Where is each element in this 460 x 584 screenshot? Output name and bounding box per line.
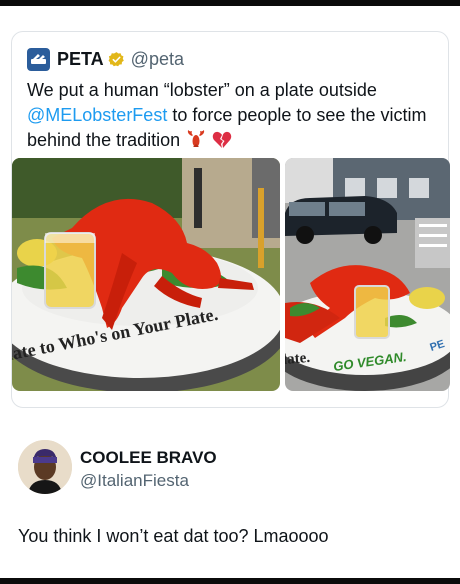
quoted-post-card[interactable]: PETA @peta We put a human “lobster” on a… [11,31,450,408]
reply-post-header[interactable]: COOLEE BRAVO @ItalianFiesta [18,440,448,500]
reply-author-handle[interactable]: @ItalianFiesta [80,471,189,491]
top-screen-edge [0,0,460,6]
right-plate-text-1: late. [285,349,311,369]
quoted-author-handle[interactable]: @peta [131,49,184,70]
reply-author-name[interactable]: COOLEE BRAVO [80,448,217,468]
reply-author-avatar[interactable] [18,440,72,494]
reply-text: You think I won’t eat dat too? Lmaoooo [18,526,329,546]
post-image-right[interactable]: late. GO VEGAN. PE [285,158,450,391]
post-text-part1: We put a human “lobster” on a plate outs… [27,80,377,100]
lobster-emoji [187,130,205,147]
quoted-post-text: We put a human “lobster” on a plate outs… [27,78,437,153]
broken-heart-emoji [212,131,232,148]
quoted-post-header: PETA @peta [27,46,184,72]
peta-avatar[interactable] [27,47,50,71]
mention-link[interactable]: @MELobsterFest [27,105,167,125]
verified-badge-icon [108,51,124,66]
bottom-screen-edge [0,578,460,584]
quoted-author-name[interactable]: PETA [57,49,104,70]
post-image-left[interactable]: late to Who's on Your Plate. [12,158,280,391]
